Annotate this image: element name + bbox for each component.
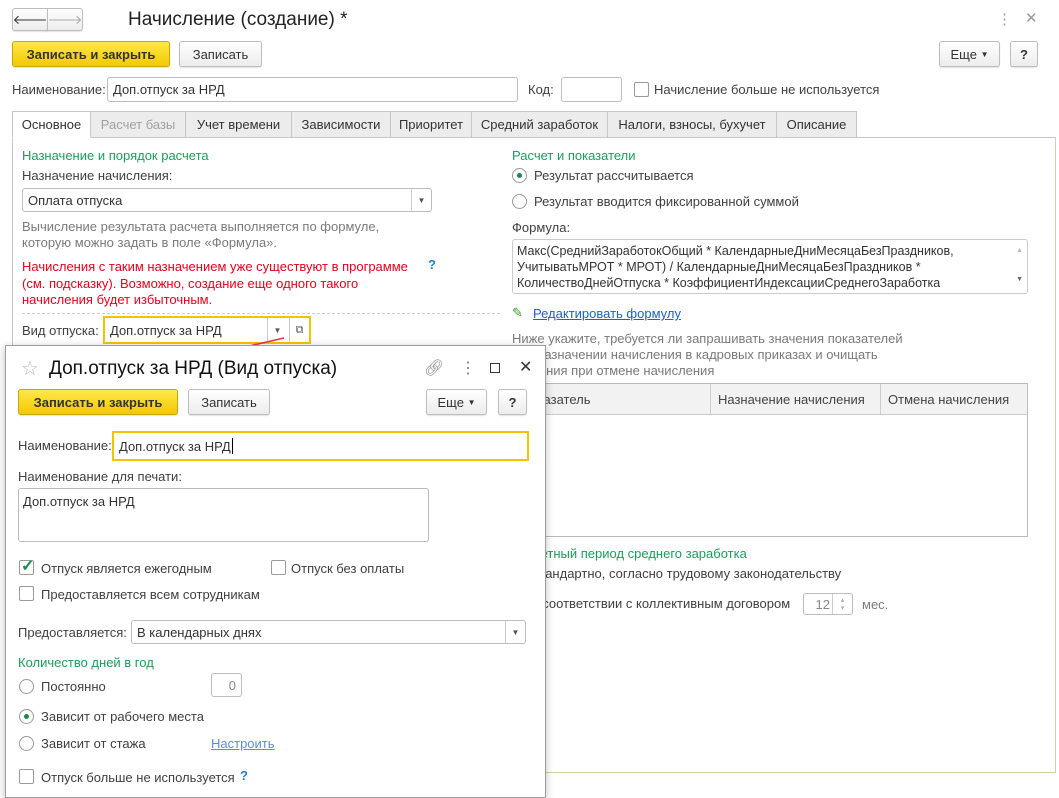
- provided-value: В календарных днях: [137, 624, 262, 640]
- link-icon[interactable]: 🔗︎: [424, 358, 444, 378]
- checkmark-icon: ✓: [21, 558, 35, 575]
- maximize-icon[interactable]: [490, 363, 500, 373]
- configure-link[interactable]: Настроить: [211, 736, 275, 751]
- star-icon[interactable]: ☆: [21, 356, 39, 381]
- help-icon[interactable]: ?: [240, 768, 248, 783]
- annual-label: Отпуск является ежегодным: [41, 561, 212, 576]
- tab-main[interactable]: Основное: [12, 111, 91, 138]
- dialog-name-value: Доп.отпуск за НРД: [119, 438, 231, 454]
- dialog-help-button[interactable]: ?: [498, 389, 527, 415]
- chevron-down-icon[interactable]: ▼: [505, 621, 525, 643]
- dialog-save-close-button[interactable]: Записать и закрыть: [18, 389, 178, 415]
- more-label: Еще: [437, 394, 464, 410]
- provided-select[interactable]: В календарных днях ▼: [131, 620, 526, 644]
- all-employees-checkbox[interactable]: [19, 586, 34, 601]
- dialog-name-input[interactable]: Доп.отпуск за НРД: [112, 431, 529, 461]
- unpaid-label: Отпуск без оплаты: [291, 561, 405, 576]
- constant-days-input[interactable]: 0: [211, 673, 242, 697]
- radio-constant-label: Постоянно: [41, 679, 106, 694]
- not-used-checkbox[interactable]: [19, 769, 34, 784]
- days-section: Количество дней в год: [18, 655, 154, 670]
- print-name-textarea[interactable]: Доп.отпуск за НРД: [18, 488, 429, 542]
- close-icon[interactable]: ✕: [519, 357, 532, 377]
- dialog-save-button[interactable]: Записать: [188, 389, 270, 415]
- more-menu-icon[interactable]: ⋮: [460, 358, 476, 378]
- not-used-label: Отпуск больше не используется: [41, 770, 235, 785]
- chevron-down-icon: ▼: [467, 397, 476, 407]
- radio-seniority[interactable]: [19, 736, 34, 751]
- radio-workplace[interactable]: [19, 709, 34, 724]
- all-employees-label: Предоставляется всем сотрудникам: [41, 587, 260, 602]
- dialog-title: Доп.отпуск за НРД (Вид отпуска): [49, 358, 338, 379]
- print-name-label: Наименование для печати:: [18, 469, 182, 484]
- dialog-more-button[interactable]: Еще ▼: [426, 389, 487, 415]
- radio-workplace-label: Зависит от рабочего места: [41, 709, 204, 724]
- radio-seniority-label: Зависит от стажа: [41, 736, 146, 751]
- radio-constant[interactable]: [19, 679, 34, 694]
- annual-checkbox[interactable]: ✓: [19, 558, 34, 575]
- dialog-name-label: Наименование:: [18, 438, 112, 453]
- unpaid-checkbox[interactable]: [271, 560, 286, 575]
- provided-label: Предоставляется:: [18, 625, 127, 640]
- vacation-type-dialog: ☆ Доп.отпуск за НРД (Вид отпуска) 🔗︎ ⋮ ✕…: [5, 345, 546, 798]
